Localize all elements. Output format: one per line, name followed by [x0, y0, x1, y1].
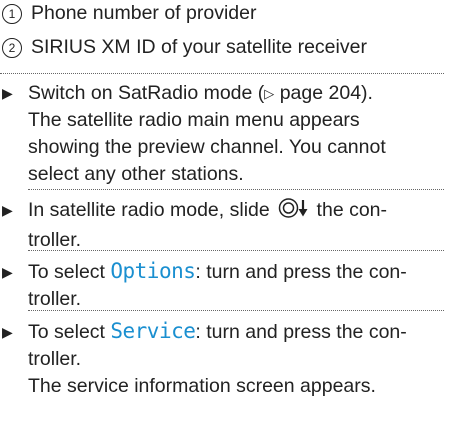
instruction-step-1: ▶ Switch on SatRadio mode (▷ page 204). T… [0, 80, 462, 188]
legend-number-1: 1 [2, 4, 22, 24]
controller-slide-down-icon [278, 197, 310, 227]
instruction-step-2: ▶ In satellite radio mode, slide the con-… [0, 197, 462, 254]
step-divider-1 [28, 189, 444, 190]
step-3-line-1: ▶ To select Options: turn and press the c… [0, 258, 462, 286]
legend-text-2: SIRIUS XM ID of your satellite receiver [31, 36, 367, 58]
step-4-line-3: The service information screen appears. [28, 375, 376, 397]
instruction-step-4: ▶ To select Service: turn and press the c… [0, 318, 462, 400]
section-divider [0, 73, 444, 74]
step-1-line-2: The satellite radio main menu appears [28, 109, 360, 131]
step-divider-3 [28, 310, 444, 311]
step-bullet-icon: ▶ [2, 324, 13, 340]
menu-item-options: Options [110, 259, 196, 283]
step-bullet-icon: ▶ [2, 264, 13, 280]
legend-item-2: 2 SIRIUS XM ID of your satellite receiver [2, 34, 462, 61]
step-1-line-3: showing the preview channel. You cannot [28, 136, 386, 158]
legend-text-1: Phone number of provider [31, 2, 257, 24]
step-1-line-4: select any other stations. [28, 163, 244, 185]
legend-number-2: 2 [2, 38, 22, 58]
step-divider-2 [28, 250, 444, 251]
step-4-line-2: troller. [28, 348, 82, 370]
step-bullet-icon: ▶ [2, 85, 13, 101]
step-bullet-icon: ▶ [2, 202, 13, 218]
step-3-line-2: troller. [28, 288, 82, 310]
page-reference-icon: ▷ [264, 86, 275, 101]
step-1-line-1: ▶ Switch on SatRadio mode (▷ page 204). [0, 80, 462, 107]
instruction-step-3: ▶ To select Options: turn and press the c… [0, 258, 462, 313]
step-2-line-1: ▶ In satellite radio mode, slide the con- [0, 197, 462, 227]
menu-item-service: Service [110, 319, 196, 343]
legend-item-1: 1 Phone number of provider [2, 0, 462, 27]
step-4-line-1: ▶ To select Service: turn and press the c… [0, 318, 462, 346]
manual-page: 1 Phone number of provider 2 SIRIUS XM ID … [0, 0, 466, 422]
